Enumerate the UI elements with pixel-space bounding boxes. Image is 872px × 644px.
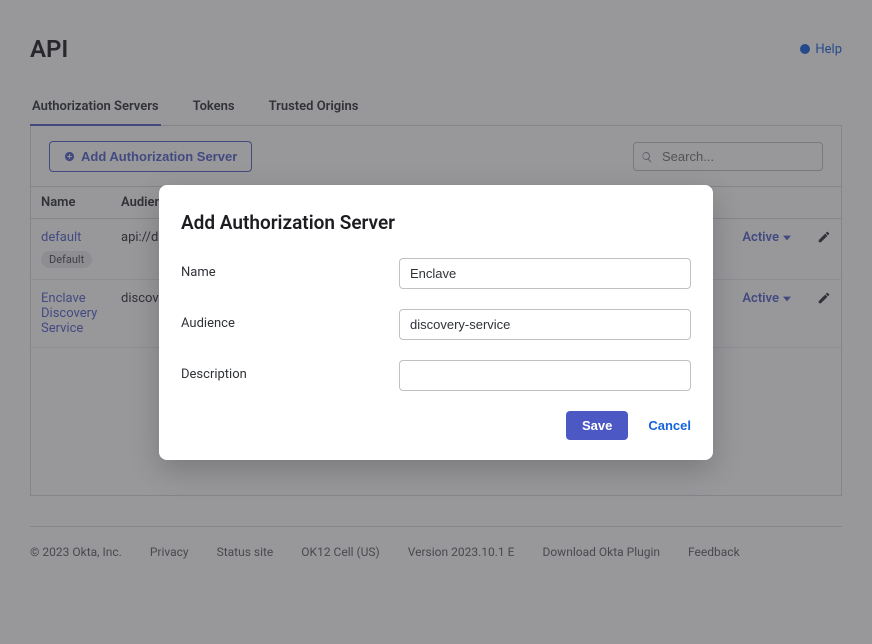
name-field[interactable] [399,258,691,289]
audience-label: Audience [181,309,399,331]
modal-title: Add Authorization Server [181,211,691,234]
description-field[interactable] [399,360,691,391]
modal-scrim[interactable]: Add Authorization Server Name Audience D… [0,0,872,644]
add-server-modal: Add Authorization Server Name Audience D… [159,185,713,460]
audience-field[interactable] [399,309,691,340]
name-label: Name [181,258,399,280]
description-label: Description [181,360,399,382]
save-button[interactable]: Save [566,411,628,440]
cancel-button[interactable]: Cancel [648,418,691,433]
